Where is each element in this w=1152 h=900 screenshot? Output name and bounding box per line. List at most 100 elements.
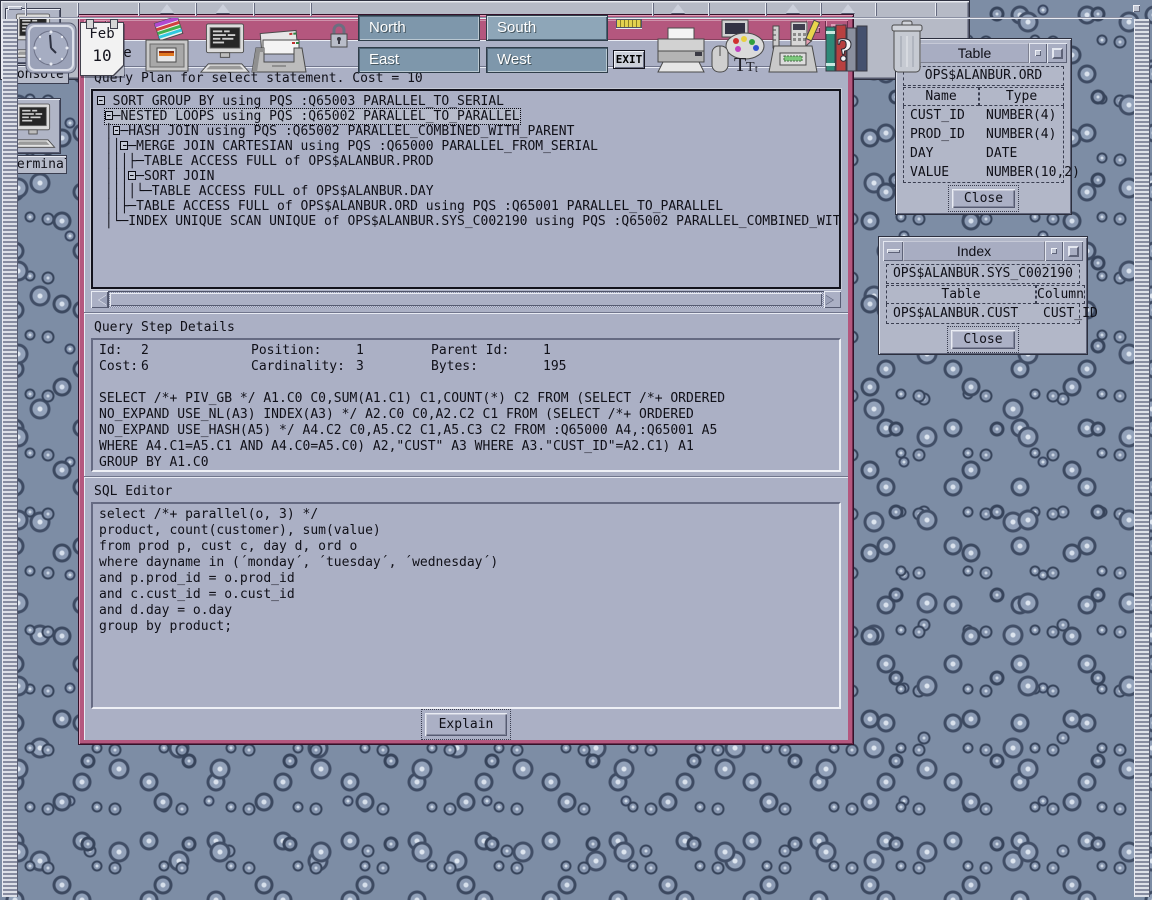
maximize-icon xyxy=(1052,48,1063,59)
lock-icon[interactable] xyxy=(328,22,350,50)
tree-expand-icon[interactable] xyxy=(105,111,113,120)
stat-label: Parent Id: xyxy=(431,343,543,359)
table-column-headers: Name Type xyxy=(903,87,1064,106)
tree-node[interactable]: │││─SORT JOIN xyxy=(97,169,835,184)
svg-text:T: T xyxy=(734,54,746,76)
table-row[interactable]: OPS$ALANBUR.CUSTCUST_ID xyxy=(887,304,1079,323)
iconify-button[interactable] xyxy=(1045,241,1063,261)
panel-minimize-button[interactable] xyxy=(8,6,22,10)
maximize-button[interactable] xyxy=(1063,241,1083,261)
window-title: Index xyxy=(903,241,1045,261)
stat-value: 3 xyxy=(356,359,431,375)
calendar-month: Feb xyxy=(81,23,123,45)
workspace-button-south[interactable]: South xyxy=(486,15,608,41)
workspace-button-east[interactable]: East xyxy=(358,47,480,73)
index-client-area: OPS$ALANBUR.SYS_C002190 Table Column OPS… xyxy=(883,261,1083,353)
workspace-button-west[interactable]: West xyxy=(486,47,608,73)
workspace-button-north[interactable]: North xyxy=(358,15,480,41)
tree-expand-icon[interactable] xyxy=(113,126,121,135)
tree-node[interactable]: │─HASH JOIN using PQS :Q65002 PARALLEL_C… xyxy=(97,124,835,139)
help-subpanel-arrow-icon[interactable] xyxy=(841,4,855,13)
stat-label: Position: xyxy=(251,343,356,359)
explain-button[interactable]: Explain xyxy=(425,713,508,736)
desktop: { "colors": { "accent_pink": "#b4577e", … xyxy=(0,0,1152,900)
exit-button[interactable]: EXIT xyxy=(613,50,645,69)
title-bar[interactable]: Index xyxy=(883,241,1083,261)
close-button[interactable]: Close xyxy=(952,189,1015,208)
editor-section-label: SQL Editor xyxy=(84,482,848,502)
step-stats: Id: 2 Position: 1 Parent Id: 1 Cost: 6 C… xyxy=(99,343,833,375)
index-window: Index OPS$ALANBUR.SYS_C002190 Table Colu… xyxy=(878,236,1088,355)
printers-subpanel-arrow-icon[interactable] xyxy=(671,4,685,13)
scrollbar-trough[interactable] xyxy=(108,291,824,308)
panel-grip-left[interactable] xyxy=(2,19,18,897)
stat-value: 195 xyxy=(543,359,833,375)
separator xyxy=(84,312,848,314)
scroll-right-arrow-icon[interactable] xyxy=(824,291,841,308)
stat-value: 2 xyxy=(141,343,251,359)
calendar-icon[interactable]: Feb 10 xyxy=(80,22,124,76)
stat-label: Cardinality: xyxy=(251,359,356,375)
window-title: Table xyxy=(920,43,1029,63)
tree-node[interactable]: ││││└─TABLE ACCESS FULL of OPS$ALANBUR.D… xyxy=(97,184,835,199)
details-section-label: Query Step Details xyxy=(84,318,848,338)
printer-icon[interactable] xyxy=(652,26,708,74)
horizontal-scrollbar[interactable] xyxy=(91,291,841,308)
tree-node[interactable]: ─NESTED LOOPS using PQS :Q65002 PARALLEL… xyxy=(97,109,835,124)
stat-value: 1 xyxy=(356,343,431,359)
maximize-icon xyxy=(1068,246,1079,257)
scroll-left-arrow-icon[interactable] xyxy=(91,291,108,308)
iconify-icon xyxy=(1035,50,1041,56)
svg-text:t: t xyxy=(755,64,758,75)
stat-label: Bytes: xyxy=(431,359,543,375)
column-header: Table xyxy=(886,285,1036,304)
hosts-subpanel-arrow-icon[interactable] xyxy=(216,4,230,13)
index-rows: OPS$ALANBUR.CUSTCUST_ID xyxy=(886,304,1080,324)
tree-node[interactable]: SORT GROUP BY using PQS :Q65003 PARALLEL… xyxy=(97,94,835,109)
iconify-icon xyxy=(1051,248,1057,254)
table-row[interactable]: VALUENUMBER(10,2) xyxy=(904,163,1063,182)
applications-icon[interactable] xyxy=(765,18,821,76)
step-sql-text: SELECT /*+ PIV_GB */ A1.C0 C0,SUM(A1.C1)… xyxy=(99,391,833,471)
window-menu-icon xyxy=(887,249,900,253)
index-column-headers: Table Column xyxy=(886,285,1080,304)
stat-label: Cost: xyxy=(99,359,141,375)
query-step-details-panel: Id: 2 Position: 1 Parent Id: 1 Cost: 6 C… xyxy=(91,338,841,472)
applications-subpanel-arrow-icon[interactable] xyxy=(786,4,800,13)
tree-expand-icon[interactable] xyxy=(128,171,136,180)
trash-icon[interactable] xyxy=(885,20,929,76)
tree-expand-icon[interactable] xyxy=(120,141,128,150)
stat-value: 6 xyxy=(141,359,251,375)
clock-icon[interactable] xyxy=(25,21,77,75)
table-row[interactable]: DAYDATE xyxy=(904,144,1063,163)
terminal-host-icon[interactable] xyxy=(196,22,254,76)
file-manager-icon[interactable] xyxy=(139,18,195,76)
panel-menu-button[interactable] xyxy=(1133,5,1140,12)
maximize-button[interactable] xyxy=(1047,43,1067,63)
table-rows: CUST_IDNUMBER(4) PROD_IDNUMBER(4) DAYDAT… xyxy=(903,106,1064,183)
help-icon[interactable]: ? xyxy=(821,21,873,76)
scrollbar-thumb[interactable] xyxy=(110,293,822,306)
stat-value: 1 xyxy=(543,343,833,359)
table-row[interactable]: PROD_IDNUMBER(4) xyxy=(904,125,1063,144)
files-subpanel-arrow-icon[interactable] xyxy=(160,4,174,13)
query-plan-tree[interactable]: SORT GROUP BY using PQS :Q65003 PARALLEL… xyxy=(91,89,841,289)
panel-grip-right[interactable] xyxy=(1134,19,1150,897)
tree-node[interactable]: │││├─TABLE ACCESS FULL of OPS$ALANBUR.PR… xyxy=(97,154,835,169)
iconify-button[interactable] xyxy=(1029,43,1047,63)
tree-node[interactable]: ││─MERGE JOIN CARTESIAN using PQS :Q6500… xyxy=(97,139,835,154)
button-row: Explain xyxy=(84,709,848,740)
tree-node[interactable]: │└─INDEX UNIQUE SCAN UNIQUE of OPS$ALANB… xyxy=(97,214,835,229)
style-manager-icon[interactable]: T T t xyxy=(708,18,766,76)
separator xyxy=(84,476,848,478)
window-menu-button[interactable] xyxy=(883,241,903,261)
sql-editor-panel[interactable]: select /*+ parallel(o, 3) */ product, co… xyxy=(91,502,841,709)
column-header: Name xyxy=(903,87,979,106)
tree-expand-icon[interactable] xyxy=(97,96,105,105)
close-button[interactable]: Close xyxy=(951,330,1014,349)
sql-editor-text[interactable]: select /*+ parallel(o, 3) */ product, co… xyxy=(99,507,833,635)
table-row[interactable]: CUST_IDNUMBER(4) xyxy=(904,106,1063,125)
tree-node[interactable]: ││├─TABLE ACCESS FULL of OPS$ALANBUR.ORD… xyxy=(97,199,835,214)
mail-icon[interactable] xyxy=(250,26,308,76)
index-object-name: OPS$ALANBUR.SYS_C002190 xyxy=(886,264,1080,284)
